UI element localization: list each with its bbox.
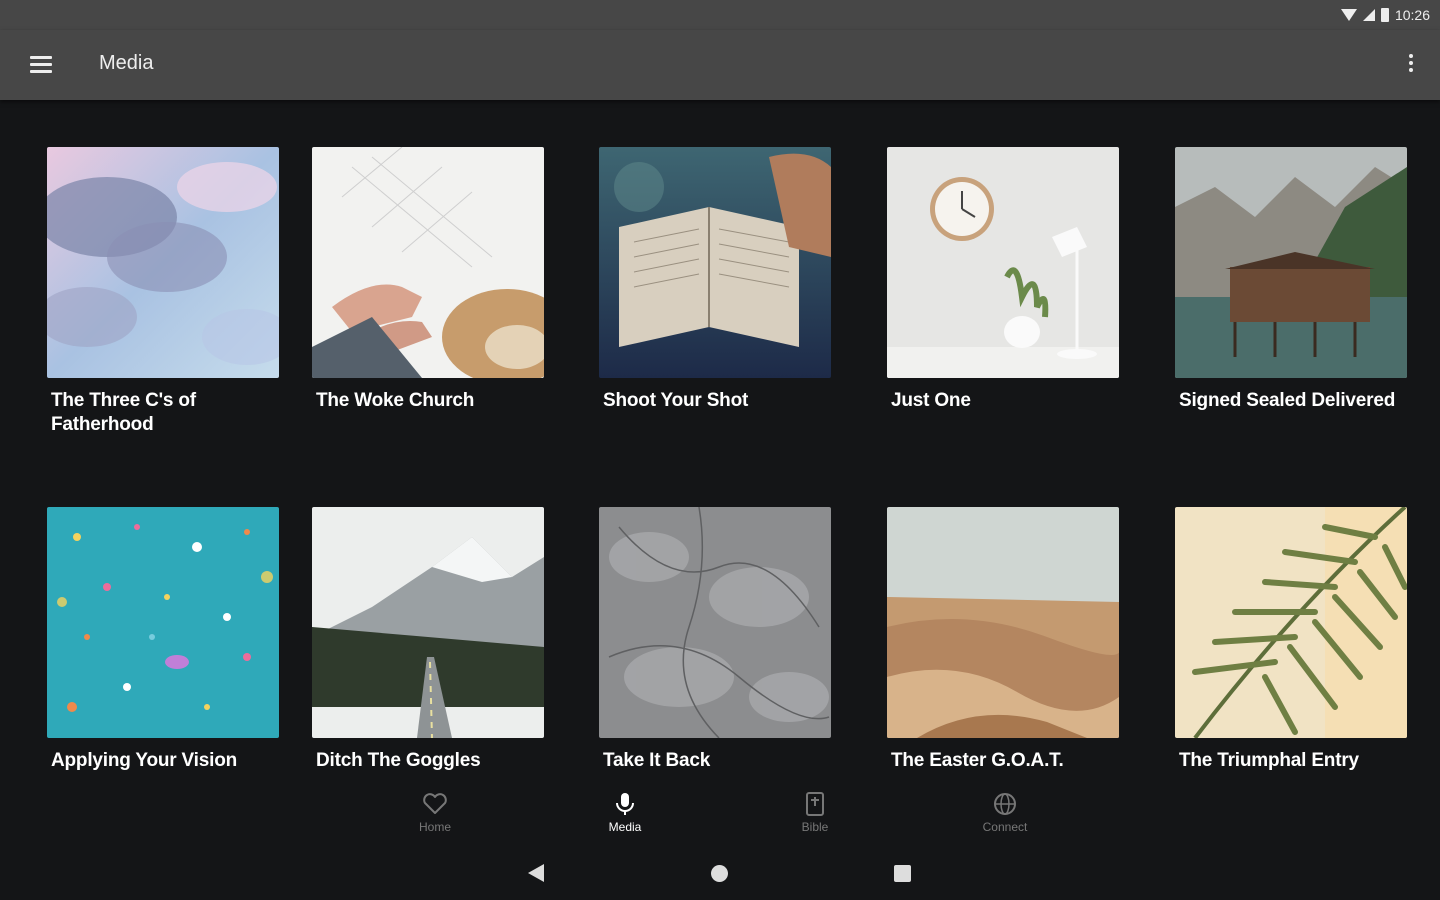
media-card[interactable]: Shoot Your Shot bbox=[599, 147, 831, 413]
home-icon[interactable] bbox=[711, 865, 728, 882]
media-card[interactable]: Applying Your Vision bbox=[47, 507, 279, 773]
nav-label: Home bbox=[418, 820, 451, 834]
media-thumbnail bbox=[47, 147, 279, 378]
nav-label: Bible bbox=[801, 820, 829, 834]
media-title: Take It Back bbox=[603, 750, 711, 771]
nav-label: Connect bbox=[982, 820, 1028, 834]
media-title: Shoot Your Shot bbox=[603, 390, 749, 411]
media-title: The Triumphal Entry bbox=[1179, 750, 1359, 771]
heart-icon bbox=[423, 793, 447, 814]
media-thumbnail bbox=[312, 147, 544, 378]
status-bar: 10:26 bbox=[0, 0, 1440, 30]
media-title: Signed Sealed Delivered bbox=[1179, 390, 1396, 411]
media-card[interactable]: The Woke Church bbox=[312, 147, 544, 413]
recent-apps-icon[interactable] bbox=[894, 865, 911, 882]
signal-icon bbox=[1362, 9, 1375, 21]
nav-item-connect[interactable]: Connect bbox=[960, 788, 1050, 834]
bottom-navigation: Home Media Bible Connect bbox=[0, 788, 1440, 846]
media-thumbnail bbox=[887, 147, 1119, 378]
media-thumbnail bbox=[1175, 147, 1407, 378]
media-thumbnail bbox=[599, 507, 831, 738]
media-thumbnail bbox=[47, 507, 279, 738]
wifi-icon bbox=[1340, 9, 1357, 21]
media-card[interactable]: Take It Back bbox=[599, 507, 831, 773]
system-navigation-bar bbox=[0, 852, 1440, 900]
nav-label: Media bbox=[608, 820, 642, 834]
page-title: Media bbox=[99, 52, 154, 74]
media-card[interactable]: The Three C's of Fatherhood bbox=[47, 147, 279, 437]
media-title: Applying Your Vision bbox=[51, 750, 238, 771]
back-icon[interactable] bbox=[528, 864, 544, 882]
media-thumbnail bbox=[599, 147, 831, 378]
microphone-icon bbox=[616, 793, 634, 815]
bible-icon bbox=[806, 792, 824, 816]
media-title: The Woke Church bbox=[316, 390, 475, 411]
media-card[interactable]: Signed Sealed Delivered bbox=[1175, 147, 1407, 413]
nav-item-bible[interactable]: Bible bbox=[770, 788, 860, 834]
media-title: Ditch The Goggles bbox=[316, 750, 481, 771]
media-title: The Three C's of Fatherhood bbox=[51, 390, 196, 435]
app-bar: Media bbox=[0, 30, 1440, 100]
hamburger-menu-icon[interactable] bbox=[30, 56, 52, 74]
media-card[interactable]: The Triumphal Entry bbox=[1175, 507, 1407, 773]
more-options-icon[interactable] bbox=[1408, 54, 1414, 76]
media-card[interactable]: Just One bbox=[887, 147, 1119, 413]
media-card[interactable]: The Easter G.O.A.T. bbox=[887, 507, 1119, 773]
nav-item-media[interactable]: Media bbox=[580, 788, 670, 834]
globe-icon bbox=[994, 793, 1016, 815]
media-thumbnail bbox=[312, 507, 544, 738]
nav-item-home[interactable]: Home bbox=[390, 788, 480, 834]
media-thumbnail bbox=[1175, 507, 1407, 738]
media-title: Just One bbox=[891, 390, 971, 411]
media-title: The Easter G.O.A.T. bbox=[891, 750, 1064, 771]
battery-icon bbox=[1380, 8, 1389, 22]
status-time: 10:26 bbox=[1394, 7, 1430, 23]
media-card[interactable]: Ditch The Goggles bbox=[312, 507, 544, 773]
media-thumbnail bbox=[887, 507, 1119, 738]
